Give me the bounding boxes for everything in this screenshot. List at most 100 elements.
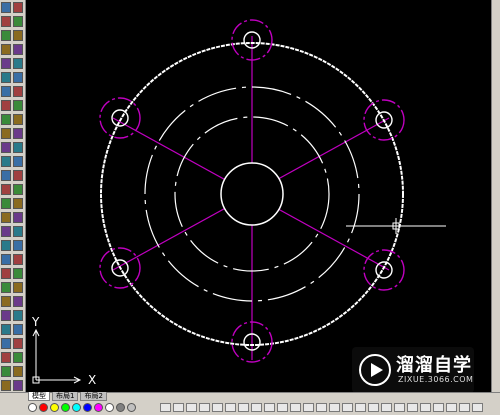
break-icon[interactable] xyxy=(13,352,23,363)
status-button[interactable] xyxy=(290,403,301,412)
status-button[interactable] xyxy=(459,403,470,412)
extend-icon[interactable] xyxy=(1,338,11,349)
tab-layout1[interactable]: 布局1 xyxy=(52,392,79,401)
bolt-hole-upper-left xyxy=(99,97,141,139)
status-button[interactable] xyxy=(303,403,314,412)
status-button[interactable] xyxy=(342,403,353,412)
fillet-icon[interactable] xyxy=(13,380,23,391)
status-button[interactable] xyxy=(160,403,171,412)
table-icon[interactable] xyxy=(1,170,11,181)
status-button[interactable] xyxy=(186,403,197,412)
copy-icon[interactable] xyxy=(13,212,23,223)
arc-icon[interactable] xyxy=(1,72,11,83)
line-icon[interactable] xyxy=(13,2,23,13)
arc-icon[interactable] xyxy=(13,72,23,83)
ucs-y-label: Y xyxy=(31,315,40,329)
status-button[interactable] xyxy=(394,403,405,412)
color-swatch[interactable] xyxy=(61,403,70,412)
drawing-canvas[interactable]: Y X xyxy=(26,0,492,392)
tab-layout2[interactable]: 布局2 xyxy=(80,392,107,401)
status-button[interactable] xyxy=(251,403,262,412)
status-button[interactable] xyxy=(329,403,340,412)
color-swatch[interactable] xyxy=(39,403,48,412)
status-button[interactable] xyxy=(173,403,184,412)
color-swatch[interactable] xyxy=(72,403,81,412)
status-button[interactable] xyxy=(212,403,223,412)
color-swatch[interactable] xyxy=(127,403,136,412)
rectangle-icon[interactable] xyxy=(13,58,23,69)
array-icon[interactable] xyxy=(1,254,11,265)
copy-icon[interactable] xyxy=(1,212,11,223)
color-swatch[interactable] xyxy=(83,403,92,412)
fillet-icon[interactable] xyxy=(1,380,11,391)
insert-block-icon[interactable] xyxy=(13,128,23,139)
offset-icon[interactable] xyxy=(13,240,23,251)
status-button[interactable] xyxy=(277,403,288,412)
construction-line-icon[interactable] xyxy=(1,16,11,27)
point-icon[interactable] xyxy=(1,142,11,153)
status-button[interactable] xyxy=(433,403,444,412)
polygon-icon[interactable] xyxy=(1,44,11,55)
status-button[interactable] xyxy=(407,403,418,412)
erase-icon[interactable] xyxy=(1,198,11,209)
status-button[interactable] xyxy=(225,403,236,412)
status-button[interactable] xyxy=(316,403,327,412)
trim-icon[interactable] xyxy=(1,324,11,335)
stretch-icon[interactable] xyxy=(13,310,23,321)
mirror-icon[interactable] xyxy=(13,226,23,237)
line-icon[interactable] xyxy=(1,2,11,13)
hatch-icon[interactable] xyxy=(1,156,11,167)
circle-icon[interactable] xyxy=(1,86,11,97)
move-icon[interactable] xyxy=(1,268,11,279)
status-button[interactable] xyxy=(355,403,366,412)
drawing-svg: Y X xyxy=(31,19,446,387)
polygon-icon[interactable] xyxy=(13,44,23,55)
spline-icon[interactable] xyxy=(1,100,11,111)
color-swatch[interactable] xyxy=(116,403,125,412)
ellipse-icon[interactable] xyxy=(13,114,23,125)
stretch-icon[interactable] xyxy=(1,310,11,321)
scale-icon[interactable] xyxy=(13,296,23,307)
draw-toolbar xyxy=(1,2,12,392)
mirror-icon[interactable] xyxy=(1,226,11,237)
status-button[interactable] xyxy=(381,403,392,412)
text-icon[interactable] xyxy=(1,184,11,195)
extend-icon[interactable] xyxy=(13,338,23,349)
status-button[interactable] xyxy=(472,403,483,412)
hatch-icon[interactable] xyxy=(13,156,23,167)
status-button[interactable] xyxy=(264,403,275,412)
break-icon[interactable] xyxy=(1,352,11,363)
color-swatch[interactable] xyxy=(94,403,103,412)
watermark-brand: 溜溜自学 xyxy=(396,355,472,376)
array-icon[interactable] xyxy=(13,254,23,265)
status-button[interactable] xyxy=(420,403,431,412)
offset-icon[interactable] xyxy=(1,240,11,251)
table-icon[interactable] xyxy=(13,170,23,181)
tab-model[interactable]: 模型 xyxy=(28,392,50,401)
circle-icon[interactable] xyxy=(13,86,23,97)
color-swatch[interactable] xyxy=(50,403,59,412)
color-swatch[interactable] xyxy=(105,403,114,412)
chamfer-icon[interactable] xyxy=(1,366,11,377)
spline-icon[interactable] xyxy=(13,100,23,111)
text-icon[interactable] xyxy=(13,184,23,195)
status-button[interactable] xyxy=(238,403,249,412)
polyline-icon[interactable] xyxy=(1,30,11,41)
move-icon[interactable] xyxy=(13,268,23,279)
construction-line-icon[interactable] xyxy=(13,16,23,27)
rotate-icon[interactable] xyxy=(1,282,11,293)
rotate-icon[interactable] xyxy=(13,282,23,293)
color-swatch[interactable] xyxy=(28,403,37,412)
insert-block-icon[interactable] xyxy=(1,128,11,139)
point-icon[interactable] xyxy=(13,142,23,153)
status-button[interactable] xyxy=(446,403,457,412)
scale-icon[interactable] xyxy=(1,296,11,307)
rectangle-icon[interactable] xyxy=(1,58,11,69)
erase-icon[interactable] xyxy=(13,198,23,209)
ellipse-icon[interactable] xyxy=(1,114,11,125)
chamfer-icon[interactable] xyxy=(13,366,23,377)
status-button[interactable] xyxy=(199,403,210,412)
status-button[interactable] xyxy=(368,403,379,412)
polyline-icon[interactable] xyxy=(13,30,23,41)
trim-icon[interactable] xyxy=(13,324,23,335)
